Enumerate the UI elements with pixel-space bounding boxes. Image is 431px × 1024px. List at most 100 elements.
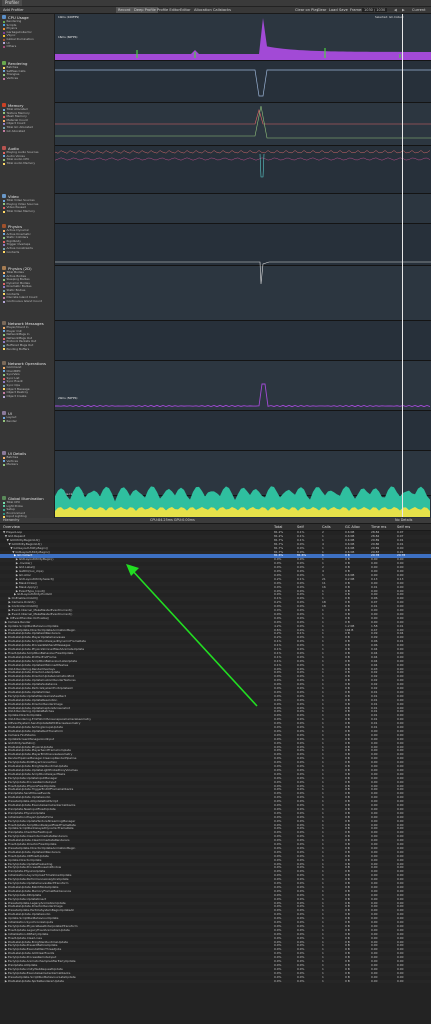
module-6[interactable]: Physics (2D) Total Bodies Active Bodies Sle… [0,265,54,321]
module-0[interactable]: CPU Usage Rendering Scripts Physics GarbageC… [0,14,54,61]
module-series-toggle[interactable]: Vertices [0,76,54,81]
module-series-toggle[interactable]: Total Video Memory [0,208,54,214]
module-9[interactable]: UI Layout Render [0,410,54,451]
series-color-swatch [3,416,5,419]
series-color-swatch [3,199,5,202]
series-color-swatch [3,512,5,515]
cpu-gpu-summary: CPU:84.25ms GPU:0.00ms [150,518,195,522]
series-color-swatch [3,20,5,23]
series-color-swatch [3,77,5,80]
module-10[interactable]: UI Details Batches Vertices Markers [0,450,54,496]
module-2[interactable]: Memory Total Allocated Texture Memory Mesh … [0,102,54,146]
series-color-swatch [3,293,5,296]
series-color-swatch [3,456,5,459]
module-4[interactable]: Video Total Video Sources Playing Video So… [0,193,54,224]
col-self-ms[interactable]: Self ms [397,524,410,530]
series-color-swatch [3,73,5,76]
series-color-swatch [3,501,5,504]
add-profiler-dropdown[interactable]: Add Profiler [1,7,26,13]
profiler-charts[interactable]: 10ms (100FPS) 16ms (60FPS) Selected: GC.… [55,14,431,558]
series-color-swatch [3,38,5,41]
details-dropdown[interactable]: No Details [395,518,412,523]
frame-counter: 1030 / 1030 [362,8,388,12]
editor-dropdown[interactable]: Editor [178,7,193,13]
module-3[interactable]: Audio Playing Audio Sources Audio Voices To… [0,145,54,194]
col-calls[interactable]: Calls [322,524,331,530]
hierarchy-table-header: Overview Total Self Calls GC Alloc Time … [0,524,431,531]
series-color-swatch [3,391,5,394]
series-color-swatch [3,271,5,274]
hierarchy-table-body[interactable]: ▼ PlayerLoop 81.2% 0.1% 2 0.6 KB 28.84 0.07 ▼ … [0,531,431,1024]
col-overview[interactable]: Overview [3,524,20,530]
row-value: 0.0% [274,979,282,983]
row-name: ▶ PostLateUpdate.SpriteRendererUpdate [3,979,64,983]
module-icon [2,266,6,270]
hierarchy-dropdown[interactable]: Hierarchy [3,518,19,523]
series-color-swatch [3,275,5,278]
series-label: Total Video Memory [6,208,35,213]
series-color-swatch [3,229,5,232]
series-label: GC Allocated [6,128,26,133]
profiler-tab[interactable]: Profiler [2,0,23,6]
module-5[interactable]: Physics Active Dynamic Active Kinematic Sta… [0,223,54,266]
table-row[interactable]: ▶ PostLateUpdate.SpriteRendererUpdate 0.0… [0,979,431,984]
col-self[interactable]: Self [297,524,304,530]
current-frame-button[interactable]: Current [410,7,428,13]
audio-trace-spike [259,153,265,178]
module-series-toggle[interactable]: Contacts [0,250,54,255]
series-color-swatch [3,508,5,511]
series-color-swatch [3,119,5,122]
series-color-swatch [3,388,5,391]
series-color-swatch [3,289,5,292]
module-icon [2,103,6,107]
prev-frame-icon[interactable]: ◀ [392,7,399,13]
series-color-swatch [3,460,5,463]
series-color-swatch [3,233,5,236]
module-series-toggle[interactable]: Total Audio Memory [0,160,54,166]
module-series-toggle[interactable]: Continuous Island Count [0,298,54,304]
series-label: Continuous Island Count [6,298,42,303]
col-gc-alloc[interactable]: GC Alloc [345,524,360,530]
row-value: 1 [322,979,324,983]
series-color-swatch [3,251,5,254]
module-series-toggle[interactable]: Markers [0,463,54,467]
series-color-swatch [3,236,5,239]
module-series-toggle[interactable]: Others [0,45,54,49]
col-time-ms[interactable]: Time ms [371,524,386,530]
module-icon [2,361,6,365]
series-color-swatch [3,45,5,48]
ui-trace [55,383,431,408]
series-color-swatch [3,348,5,351]
series-color-swatch [3,366,5,369]
series-color-swatch [3,206,5,209]
module-icon [2,224,6,228]
module-1[interactable]: Rendering Batches SetPass Calls Triangles Ve… [0,60,54,103]
series-label: Global Illumination [6,36,34,41]
module-series-toggle[interactable]: Pending Buffers [0,347,54,352]
next-frame-icon[interactable]: ▶ [400,7,407,13]
module-7[interactable]: Network Messages Player/Client In Player O… [0,320,54,361]
module-icon [2,61,6,65]
series-color-swatch [3,278,5,281]
window-titlebar: Profiler [0,0,431,7]
series-label: Total Audio Memory [6,160,36,165]
record-toggle[interactable]: Record [116,7,133,13]
module-series-toggle[interactable]: GC Allocated [0,128,54,134]
col-total[interactable]: Total [274,524,282,530]
module-8[interactable]: Network Operations Command ClientRPC SyncVa… [0,360,54,411]
series-label: Markers [6,462,19,467]
profiler-toolbar: Add Profiler Record Deep Profile Profile… [0,7,431,14]
series-color-swatch [3,126,5,129]
allocation-callstacks-toggle[interactable]: Allocation Callstacks [192,7,233,13]
deep-profile-toggle[interactable]: Deep Profile [132,7,158,13]
module-series-toggle[interactable]: Render [0,419,54,424]
module-series-toggle[interactable]: Object Create [0,394,54,399]
frame-cursor-line[interactable] [402,14,403,517]
series-color-swatch [3,24,5,27]
row-value: 0 B [345,979,350,983]
physics2d-trace [55,261,431,285]
series-color-swatch [3,463,5,466]
series-color-swatch [3,70,5,73]
series-color-swatch [3,330,5,333]
series-color-swatch [3,341,5,344]
